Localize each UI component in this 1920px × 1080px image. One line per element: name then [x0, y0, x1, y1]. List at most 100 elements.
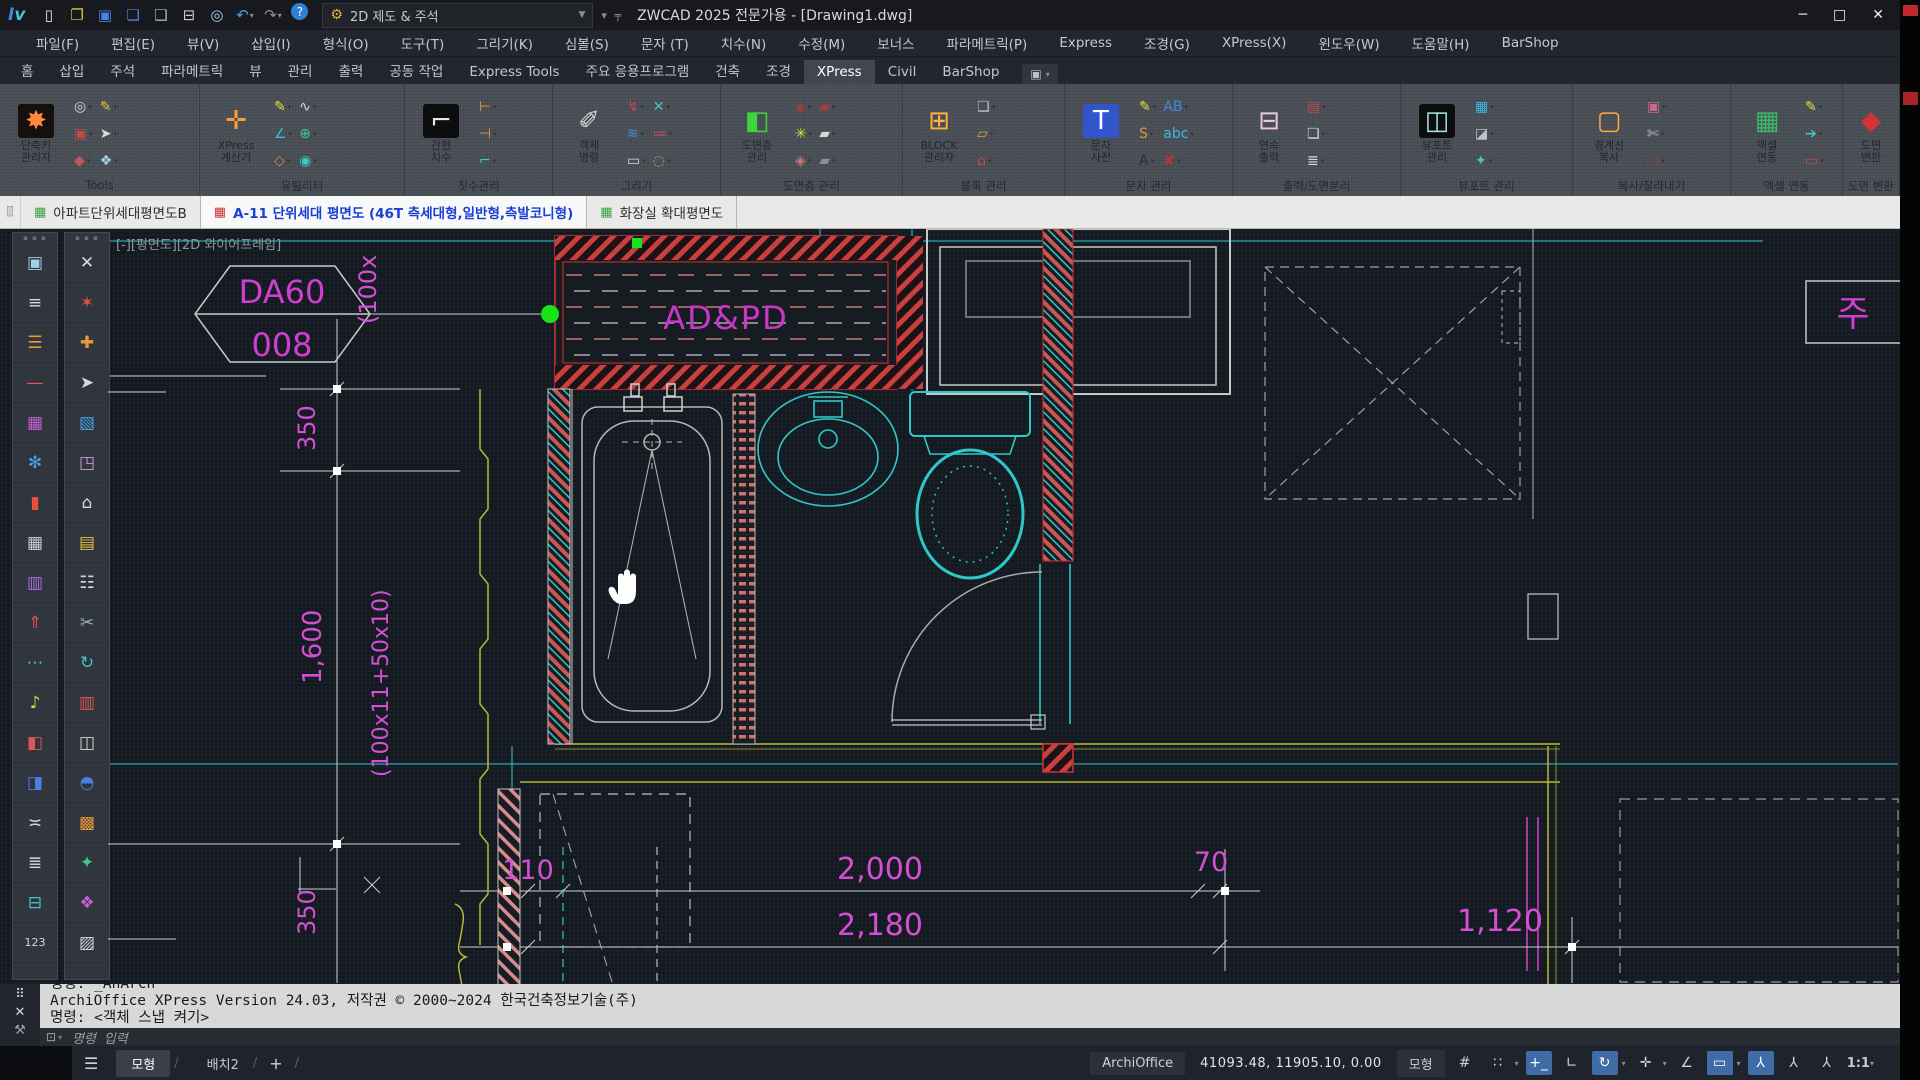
closet-dashed[interactable]	[1265, 267, 1520, 499]
ribbon-small-icon-4-4[interactable]: ▰▾	[817, 120, 837, 147]
ribbon-panel-title-7[interactable]: 출력/도면분리	[1233, 178, 1400, 196]
duct-adpd[interactable]: AD&PD	[555, 236, 923, 389]
command-tools-icon[interactable]: ⚒	[14, 1023, 26, 1038]
save-all-icon[interactable]: ❏	[119, 3, 146, 27]
ribbon-small-icon-5-1[interactable]: ▱▾	[975, 120, 997, 147]
new-layout-button[interactable]: +	[269, 1054, 282, 1073]
ribbon-tab-10[interactable]: 건축	[702, 56, 753, 84]
ribbon-panel-title-2[interactable]: 칫수관리	[405, 178, 552, 196]
angle-snap-icon[interactable]: ∠	[1674, 1051, 1700, 1075]
ribbon-small-icon-10-1[interactable]: ➔▾	[1803, 120, 1826, 147]
ribbon-small-icon-4-5[interactable]: ▰▾	[817, 147, 837, 174]
ribbon-panel-title-11[interactable]: 도면 변환	[1843, 178, 1899, 196]
toolbar-col1-button-13[interactable]: ◨	[13, 763, 57, 803]
ribbon-panel-title-10[interactable]: 엑셀 연동	[1731, 178, 1842, 196]
chevron-down-icon[interactable]: ▾	[1737, 1059, 1741, 1068]
ribbon-tab-1[interactable]: 삽입	[46, 56, 97, 84]
ribbon-small-icon-4-0[interactable]: ◈▾	[793, 93, 814, 120]
print-icon[interactable]: ⊟	[175, 3, 202, 27]
menu-item-16[interactable]: 윈도우(W)	[1302, 30, 1395, 56]
ribbon-tab-0[interactable]: 홈	[8, 56, 46, 84]
toolbar-col2-button-16[interactable]: ❖	[65, 883, 109, 923]
ribbon-small-icon-0-0[interactable]: ◎▾	[72, 93, 95, 120]
toolbar-col2-button-12[interactable]: ◫	[65, 723, 109, 763]
menu-item-18[interactable]: BarShop	[1486, 30, 1575, 56]
ribbon-big-button-1[interactable]: ✛XPress계산기	[207, 104, 265, 164]
ribbon-tab-11[interactable]: 조경	[753, 56, 804, 84]
ribbon-tab-6[interactable]: 출력	[325, 56, 376, 84]
toolbar-col2-button-0[interactable]: ✕	[65, 243, 109, 283]
ribbon-small-icon-6-3[interactable]: AB▾	[1161, 93, 1196, 120]
toolbar-col1-button-10[interactable]: ⋯	[13, 643, 57, 683]
menu-item-12[interactable]: 파라메트릭(P)	[931, 30, 1044, 56]
ribbon-tab-13[interactable]: Civil	[875, 60, 930, 84]
ortho-toggle-icon[interactable]: ∟	[1559, 1051, 1585, 1075]
toolbar-col1-button-12[interactable]: ◧	[13, 723, 57, 763]
toolbar-col2-button-7[interactable]: ▤	[65, 523, 109, 563]
ribbon-small-icon-3-0[interactable]: ↯▾	[625, 93, 648, 120]
menu-item-3[interactable]: 삽입(I)	[235, 30, 306, 56]
ribbon-small-icon-3-1[interactable]: ≋▾	[625, 120, 648, 147]
menu-item-15[interactable]: XPress(X)	[1206, 30, 1303, 56]
toolbar-col2-button-4[interactable]: ▧	[65, 403, 109, 443]
menu-item-17[interactable]: 도움말(H)	[1396, 30, 1486, 56]
ribbon-small-icon-1-0[interactable]: ✎▾	[272, 93, 294, 120]
doc-tab-2[interactable]: ▦화장실 확대평면도	[587, 196, 737, 228]
help-icon[interactable]: ?	[291, 3, 308, 20]
ribbon-small-icon-1-2[interactable]: ◇▾	[272, 147, 294, 174]
ucs-icon-3[interactable]: ⅄	[1814, 1051, 1840, 1075]
object-snap-icon[interactable]: ✛	[1633, 1051, 1659, 1075]
ribbon-gallery-button[interactable]: ▣▾	[1022, 64, 1057, 84]
ribbon-tab-7[interactable]: 공동 작업	[376, 56, 456, 84]
ribbon-small-icon-1-3[interactable]: ∿▾	[297, 93, 319, 120]
ribbon-small-icon-4-2[interactable]: ◈▾	[793, 147, 814, 174]
break-lines[interactable]	[455, 389, 488, 986]
doc-tab-scroll-icon[interactable]: ⫿⫿	[0, 196, 21, 228]
menu-item-6[interactable]: 그리기(K)	[460, 30, 549, 56]
ribbon-small-icon-0-2[interactable]: ◆▾	[72, 147, 95, 174]
ribbon-tab-3[interactable]: 파라메트릭	[148, 56, 236, 84]
ribbon-small-icon-3-2[interactable]: ▭▾	[625, 147, 648, 174]
open-file-icon[interactable]: ❐	[63, 3, 90, 27]
ribbon-small-icon-2-1[interactable]: ⊣▾	[477, 120, 499, 147]
toolbar-col2-button-13[interactable]: ◓	[65, 763, 109, 803]
menu-item-0[interactable]: 파일(F)	[20, 30, 95, 56]
menu-expand-icon[interactable]: ▾ ╤	[601, 9, 623, 22]
toolbar-col2-button-17[interactable]: ▨	[65, 923, 109, 963]
ribbon-small-icon-2-2[interactable]: ⌐▾	[477, 147, 499, 174]
ribbon-small-icon-1-4[interactable]: ⊕▾	[297, 120, 319, 147]
command-history[interactable]: 명령: _AhArch ArchiOffice XPress Version 2…	[40, 984, 1900, 1028]
ribbon-small-icon-2-0[interactable]: ⊢▾	[477, 93, 499, 120]
ribbon-small-icon-4-1[interactable]: ✳▾	[793, 120, 814, 147]
toolbar-col1-button-11[interactable]: ♪	[13, 683, 57, 723]
ribbon-small-icon-4-3[interactable]: ▰▾	[817, 93, 837, 120]
ribbon-small-icon-0-4[interactable]: ➤▾	[98, 120, 120, 147]
minimize-button[interactable]: ─	[1799, 7, 1807, 23]
ribbon-panel-title-3[interactable]: 그리기	[553, 178, 720, 196]
layout-tab[interactable]: 배치2	[197, 1050, 249, 1077]
ribbon-big-button-2[interactable]: ⌐간편치수	[412, 104, 470, 164]
toolbar-col2-button-2[interactable]: ✚	[65, 323, 109, 363]
command-close-icon[interactable]: ✕	[15, 1005, 26, 1020]
ribbon-small-icon-1-1[interactable]: ∠▾	[272, 120, 294, 147]
maximize-button[interactable]: □	[1833, 7, 1846, 23]
menu-item-9[interactable]: 치수(N)	[705, 30, 782, 56]
archioffice-badge[interactable]: ArchiOffice	[1090, 1052, 1185, 1075]
ribbon-tab-8[interactable]: Express Tools	[456, 60, 572, 84]
ribbon-small-icon-0-3[interactable]: ✎▾	[98, 93, 120, 120]
toolbar-col2-button-11[interactable]: ▥	[65, 683, 109, 723]
fixture-top[interactable]	[927, 229, 1230, 394]
ribbon-small-icon-9-1[interactable]: ✄▾	[1645, 120, 1668, 147]
ribbon-small-icon-3-3[interactable]: ✕▾	[651, 93, 675, 120]
ribbon-big-button-5[interactable]: ⊞BLOCK관리자	[910, 104, 968, 164]
toolbar-col1-button-15[interactable]: ≣	[13, 843, 57, 883]
copy-icon[interactable]: ❑	[147, 3, 174, 27]
cad-canvas[interactable]: DA60 008 AD&PD	[108, 229, 1900, 986]
toolbar-col2-button-6[interactable]: ⌂	[65, 483, 109, 523]
ribbon-small-icon-6-1[interactable]: S▾	[1137, 120, 1158, 147]
ribbon-big-button-9[interactable]: ▢경계선복사	[1580, 104, 1638, 164]
workspace-switcher[interactable]: ⚙ 2D 제도 & 주석 ▼	[322, 3, 593, 28]
toolbar-col2-button-3[interactable]: ➤	[65, 363, 109, 403]
toolbar-col2-button-10[interactable]: ↻	[65, 643, 109, 683]
callout-bubble[interactable]: DA60 008	[195, 266, 370, 364]
